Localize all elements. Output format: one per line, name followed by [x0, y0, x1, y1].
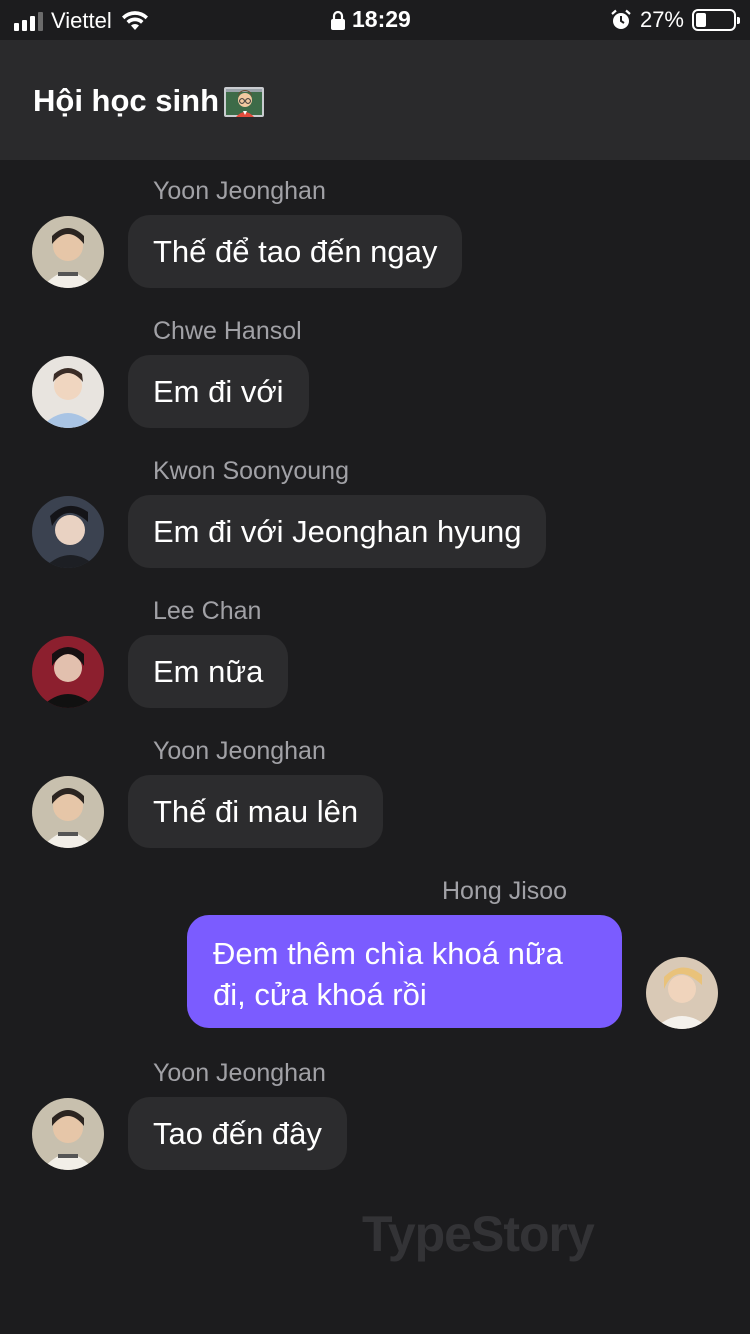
watermark: TypeStory [362, 1206, 595, 1262]
message-bubble[interactable]: Thế đi mau lên [128, 775, 384, 848]
clock: 18:29 [352, 6, 411, 32]
carrier-label: Viettel [51, 8, 112, 33]
wifi-icon [121, 11, 148, 30]
sender-name: Yoon Jeonghan [153, 737, 326, 765]
chat-title-wrap[interactable]: Hội học sinh [33, 83, 265, 119]
avatar[interactable] [32, 356, 104, 428]
message-bubble-mine[interactable]: Đem thêm chìa khoá nữa đi, cửa khoá rồi [187, 915, 622, 1028]
avatar[interactable] [32, 776, 104, 848]
chat-header: Hội học sinh [0, 40, 750, 160]
status-bar: Viettel 18:29 27% [0, 0, 750, 40]
sender-name: Yoon Jeonghan [153, 177, 326, 205]
sender-name: Yoon Jeonghan [153, 1059, 326, 1087]
battery-percent: 27% [639, 7, 684, 32]
message-bubble[interactable]: Thế để tao đến ngay [128, 215, 463, 288]
avatar[interactable] [32, 496, 104, 568]
battery-icon [692, 9, 740, 31]
teacher-emoji-icon [224, 87, 264, 117]
status-left: Viettel [14, 8, 150, 34]
avatar[interactable] [32, 636, 104, 708]
message-bubble[interactable]: Em đi với Jeonghan hyung [128, 495, 547, 568]
battery-fill [696, 13, 706, 27]
chat-title: Hội học sinh [33, 83, 219, 118]
message-bubble[interactable]: Tao đến đây [128, 1097, 347, 1170]
avatar[interactable] [32, 1098, 104, 1170]
avatar[interactable] [32, 216, 104, 288]
alarm-icon [611, 9, 631, 29]
sender-name: Lee Chan [153, 597, 262, 625]
lock-icon [331, 10, 345, 30]
status-center: 18:29 [330, 6, 411, 33]
sender-name: Chwe Hansol [153, 317, 302, 345]
message-bubble[interactable]: Em đi với [128, 355, 309, 428]
sender-name: Hong Jisoo [442, 877, 568, 905]
chat-area[interactable]: Yoon Jeonghan Thế để tao đến ngay Chwe H… [0, 160, 750, 1334]
signal-icon [14, 11, 43, 31]
sender-name: Kwon Soonyoung [153, 457, 349, 485]
avatar[interactable] [646, 957, 718, 1029]
status-right: 27% [610, 7, 740, 33]
message-bubble[interactable]: Em nữa [128, 635, 289, 708]
